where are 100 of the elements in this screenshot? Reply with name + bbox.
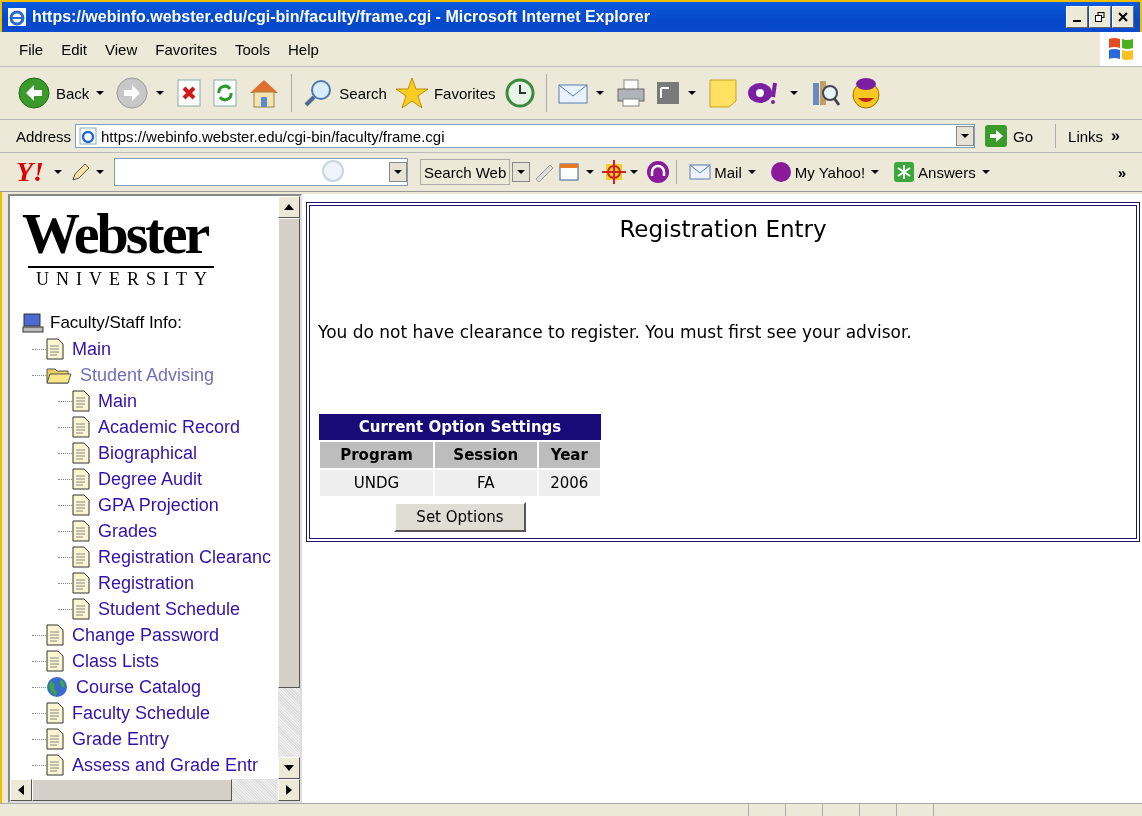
logo-wordmark: Webster [22, 202, 209, 266]
dropdown-arrow-icon[interactable] [630, 169, 639, 175]
dropdown-arrow-icon[interactable] [54, 169, 62, 175]
down-arrow-icon[interactable] [284, 765, 294, 771]
window-title: https://webinfo.webster.edu/cgi-bin/faculty/frame.cgi - Microsoft Internet Explorer [32, 8, 651, 26]
tree-link[interactable]: Change Password [72, 624, 220, 646]
tree-link[interactable]: Registration [98, 572, 195, 594]
tree-link[interactable]: Student Advising [80, 364, 215, 386]
scroll-thumb[interactable] [278, 218, 300, 688]
dropdown-button[interactable] [956, 126, 975, 146]
set-options-button[interactable]: Set Options [394, 502, 526, 532]
close-icon [1118, 12, 1128, 22]
vertical-scrollbar[interactable] [278, 196, 300, 779]
dropdown-arrow-icon[interactable] [595, 90, 604, 96]
dropdown-arrow-icon[interactable] [747, 169, 756, 175]
menu-item[interactable]: Edit [52, 40, 97, 58]
close-button[interactable] [1112, 6, 1134, 28]
dropdown-arrow-icon[interactable] [789, 90, 798, 96]
tree-link[interactable]: Main [72, 338, 111, 360]
stop-icon [175, 78, 204, 108]
tree-link[interactable]: Registration Clearanc [98, 546, 272, 568]
tree-link[interactable]: GPA Projection [98, 494, 219, 516]
links-button[interactable]: Links [1064, 127, 1108, 145]
pencil-icon[interactable] [70, 161, 92, 183]
toolbar-button[interactable]: Search [299, 75, 390, 111]
menu-item[interactable]: View [96, 40, 147, 58]
crosshair-icon[interactable] [602, 160, 627, 184]
logo-subtitle: UNIVERSITY [28, 266, 214, 290]
column-header: Year [537, 441, 601, 469]
menu-item[interactable]: Tools [225, 40, 279, 58]
horizontal-scrollbar[interactable] [10, 779, 300, 801]
minimize-button[interactable] [1066, 6, 1088, 28]
caret-icon [517, 169, 526, 175]
search-web-button[interactable]: Search Web [420, 159, 511, 185]
asterisk-icon [893, 161, 916, 183]
refresh-icon [211, 78, 240, 108]
document-icon [654, 80, 681, 106]
restore-icon [1095, 12, 1105, 22]
tree-link[interactable]: Grades [98, 520, 158, 542]
dropdown-button[interactable] [389, 162, 407, 182]
address-label: Address [16, 127, 72, 145]
more-chevron[interactable]: » [1111, 127, 1120, 145]
toolbar-button[interactable]: Answers [891, 161, 978, 183]
headphones-icon[interactable] [646, 160, 671, 184]
dropdown-arrow-icon[interactable] [586, 169, 595, 175]
menu-item[interactable]: File [10, 40, 53, 58]
tree-root-label: Faculty/Staff Info: [50, 313, 182, 333]
more-chevron[interactable]: » [1117, 163, 1126, 181]
printer-icon [614, 77, 647, 109]
tree-link[interactable]: Faculty Schedule [72, 702, 211, 724]
restore-button[interactable] [1089, 6, 1111, 28]
toolbar-button[interactable]: Favorites [391, 74, 499, 112]
column-header: Program [319, 441, 435, 469]
column-header: Session [434, 441, 538, 469]
page-icon [79, 127, 98, 145]
search-field[interactable] [114, 158, 408, 186]
table-cell: 2006 [537, 469, 601, 497]
note-icon [706, 77, 739, 109]
menu-item[interactable]: Favorites [146, 40, 226, 58]
tree-link[interactable]: Student Schedule [98, 598, 241, 620]
yahoo-logo[interactable]: Y! [16, 156, 44, 188]
message-text: You do not have clearance to register. You must first see your advisor. [318, 322, 913, 342]
address-field[interactable]: https://webinfo.webster.edu/cgi-bin/faculty/frame.cgi [75, 124, 976, 148]
caret-icon [961, 133, 970, 139]
go-button[interactable]: Go [979, 125, 1048, 147]
dropdown-arrow-icon[interactable] [981, 169, 990, 175]
dropdown-arrow-icon[interactable] [96, 169, 104, 175]
scroll-thumb[interactable] [32, 779, 232, 801]
left-arrow-icon[interactable] [18, 785, 24, 795]
table-cell: UNDG [319, 469, 435, 497]
table-title: Current Option Settings [319, 414, 601, 441]
dropdown-arrow-icon[interactable] [871, 169, 880, 175]
tree-link[interactable]: Course Catalog [76, 676, 202, 698]
right-arrow-icon[interactable] [286, 785, 292, 795]
tree-link[interactable]: Grade Entry [72, 728, 170, 750]
toolbar-button[interactable]: Mail [687, 163, 744, 181]
envelope-icon [689, 164, 712, 180]
tree-link[interactable]: Academic Record [98, 416, 241, 438]
tree-link[interactable]: Assess and Grade Entr [72, 754, 259, 776]
tree-link[interactable]: Class Lists [72, 650, 160, 672]
computer-icon [22, 312, 44, 334]
up-arrow-icon[interactable] [284, 204, 294, 210]
dropdown-arrow-icon[interactable] [96, 90, 105, 96]
star-icon [394, 76, 429, 110]
folder-icon [46, 366, 72, 384]
tree-link[interactable]: Biographical [98, 442, 198, 464]
globe-icon [46, 676, 68, 698]
dropdown-arrow-icon[interactable] [687, 90, 696, 96]
menu-item[interactable]: Help [279, 40, 328, 58]
table-cell: FA [434, 469, 538, 497]
windows-flag-icon [1100, 32, 1142, 66]
clock-icon [503, 77, 536, 109]
toolbar-button[interactable]: My Yahoo! [767, 161, 868, 183]
dropdown-arrow-icon[interactable] [156, 90, 165, 96]
toolbar-button[interactable]: Back [14, 74, 93, 112]
tree-link[interactable]: Main [98, 390, 137, 412]
dropdown-button[interactable] [512, 162, 531, 182]
caret-icon [394, 169, 402, 175]
minimize-icon [1073, 19, 1081, 22]
tree-link[interactable]: Degree Audit [98, 468, 203, 490]
